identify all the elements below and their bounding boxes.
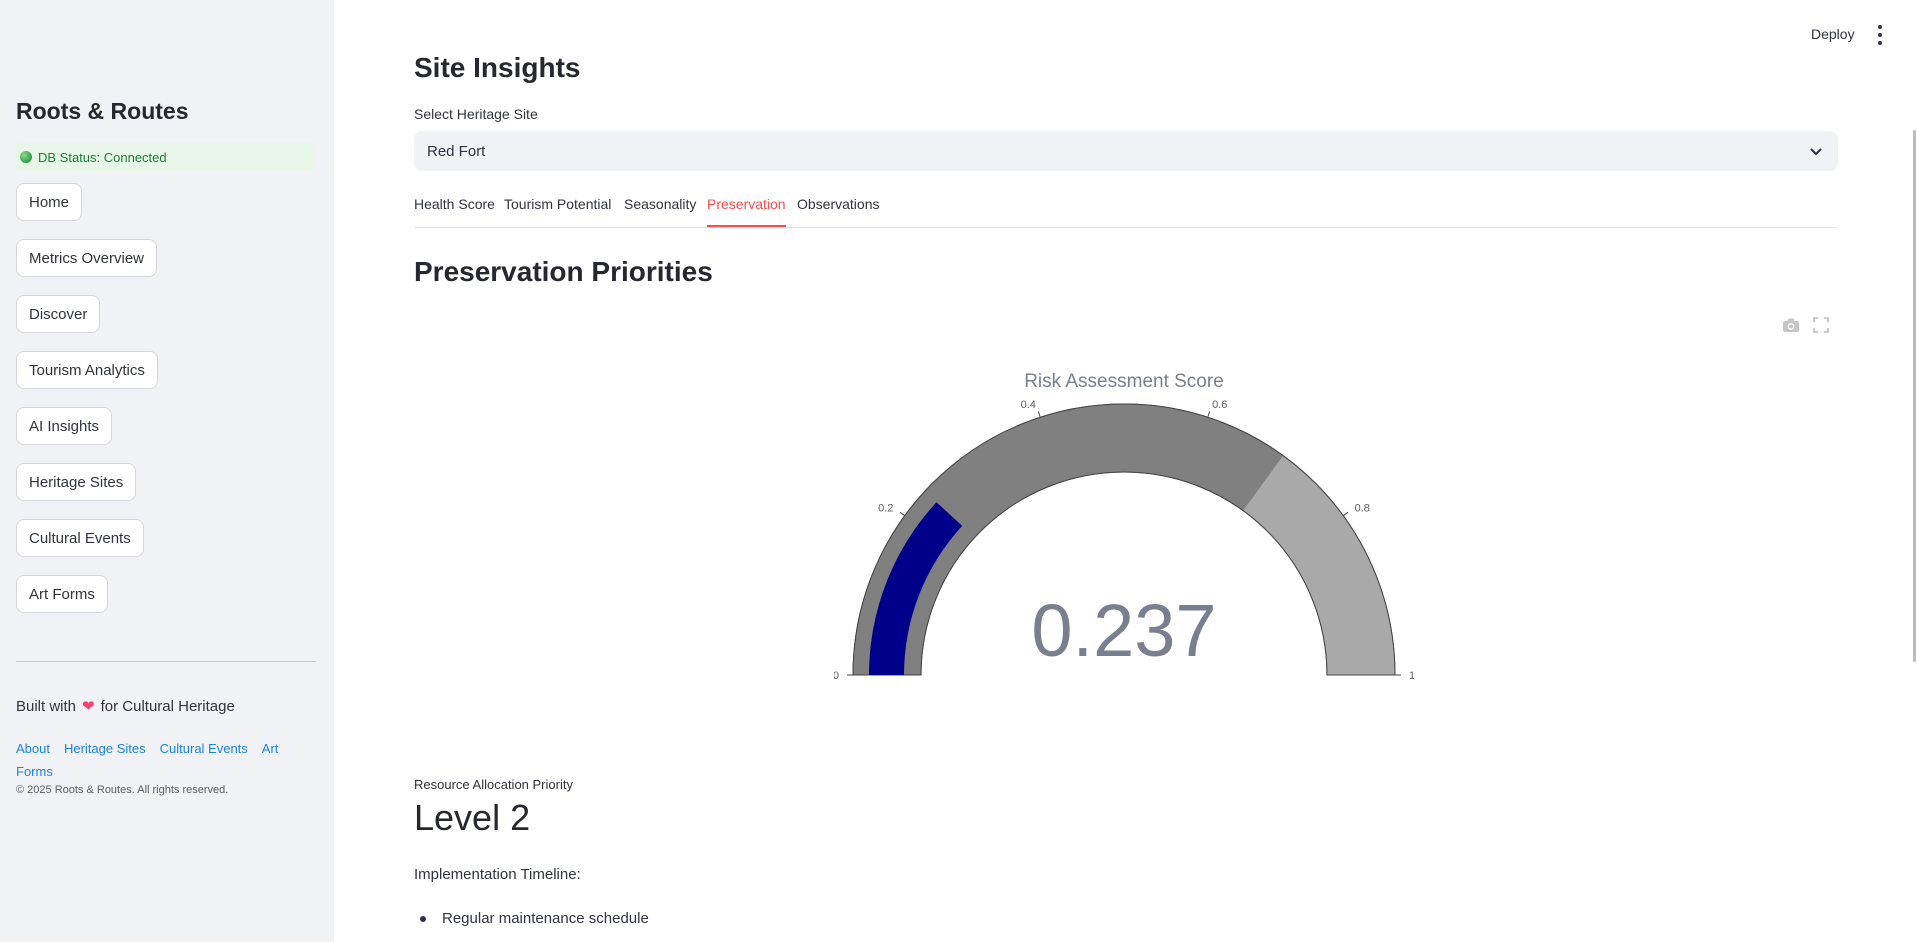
gauge-tick-mark [1037, 411, 1041, 418]
select-label: Select Heritage Site [414, 106, 538, 122]
gauge-tick-label: 0.6 [1212, 399, 1227, 411]
scrollbar[interactable] [1913, 130, 1916, 662]
gauge-tick-label: 0.2 [878, 502, 893, 514]
db-status-text: DB Status: Connected [38, 149, 167, 165]
section-title: Preservation Priorities [414, 256, 713, 287]
camera-icon[interactable] [1782, 317, 1800, 333]
status-dot-icon [20, 151, 32, 163]
nav-button-metrics-overview[interactable]: Metrics Overview [16, 239, 158, 277]
tab-seasonality[interactable]: Seasonality [624, 196, 696, 227]
gauge-title: Risk Assessment Score [1024, 371, 1224, 392]
heritage-site-select[interactable]: Red Fort [414, 131, 1838, 171]
metric-label: Resource Allocation Priority [414, 777, 573, 792]
gauge-tick-label: 1 [1409, 670, 1414, 682]
timeline-item-text: Regular maintenance schedule [442, 910, 649, 927]
gauge-tick-label: 0.8 [1355, 502, 1370, 514]
sidebar-brand: Roots & Routes [16, 98, 189, 124]
timeline-item: Regular maintenance schedule [414, 910, 649, 927]
sidebar-divider [16, 661, 316, 662]
gauge-tick-label: 0 [834, 670, 839, 682]
nav-button-home[interactable]: Home [16, 183, 83, 221]
bullet-icon [420, 915, 426, 922]
main-menu-icon[interactable] [1874, 25, 1886, 45]
gauge-tick-mark [1342, 511, 1349, 517]
timeline-label: Implementation Timeline: [414, 866, 581, 883]
chevron-down-icon [1810, 148, 1822, 156]
nav-button-heritage-sites[interactable]: Heritage Sites [16, 463, 137, 501]
sidebar: Roots & Routes DB Status: Connected Home… [0, 0, 334, 942]
tab-health-score[interactable]: Health Score [414, 196, 495, 227]
gauge-tick-mark [899, 511, 906, 517]
select-value: Red Fort [427, 142, 486, 160]
deploy-button[interactable]: Deploy [1811, 26, 1855, 42]
fullscreen-icon[interactable] [1813, 317, 1829, 333]
gauge-value: 0.237 [1031, 589, 1216, 672]
gauge-tick-label: 0.4 [1021, 399, 1036, 411]
page-title: Site Insights [414, 52, 581, 83]
metric-value: Level 2 [414, 797, 531, 838]
built-prefix: Built with [16, 697, 77, 715]
nav-button-art-forms[interactable]: Art Forms [16, 575, 108, 613]
tab-bar: Health Score Tourism Potential Seasonali… [414, 196, 1838, 228]
copyright-text: © 2025 Roots & Routes. All rights reserv… [16, 784, 229, 796]
footer-link-cultural-events[interactable]: Cultural Events [160, 741, 248, 756]
tab-preservation[interactable]: Preservation [707, 196, 786, 227]
nav-button-cultural-events[interactable]: Cultural Events [16, 519, 144, 557]
tab-tourism-potential[interactable]: Tourism Potential [504, 196, 611, 227]
db-status-badge: DB Status: Connected [16, 143, 314, 171]
built-suffix: for Cultural Heritage [100, 697, 235, 715]
footer-link-heritage-sites[interactable]: Heritage Sites [64, 741, 146, 756]
footer-link-about[interactable]: About [16, 741, 50, 756]
tab-observations[interactable]: Observations [797, 196, 879, 227]
gauge-tick-mark [1207, 411, 1211, 418]
footer-links: About Heritage Sites Cultural Events Art Fo… [16, 737, 306, 783]
heart-icon: ❤ [82, 698, 95, 715]
nav-button-discover[interactable]: Discover [16, 295, 101, 333]
nav-button-tourism-analytics[interactable]: Tourism Analytics [16, 351, 158, 389]
nav-button-ai-insights[interactable]: AI Insights [16, 407, 113, 445]
built-with-text: Built with ❤ for Cultural Heritage [16, 697, 235, 716]
risk-gauge-chart: Risk Assessment Score 0 0.2 0.4 0.6 0.8 1 0.2… [834, 371, 1414, 682]
